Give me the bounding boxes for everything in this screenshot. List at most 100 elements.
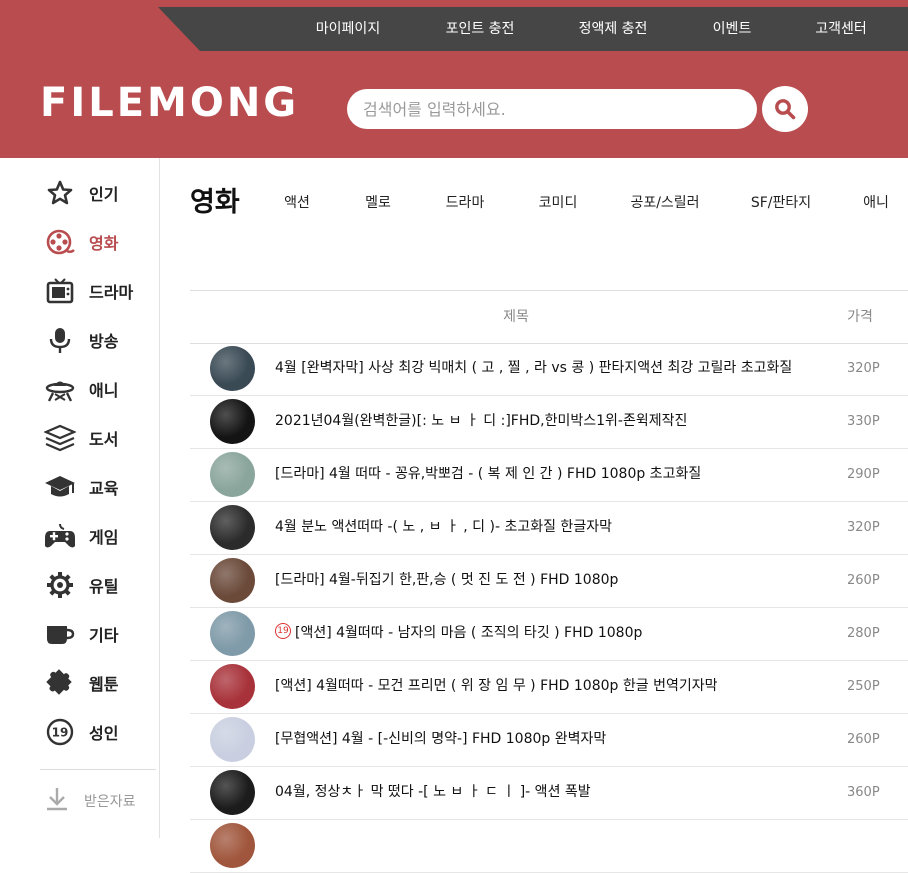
poster-thumbnail[interactable]: [210, 611, 255, 656]
poster-thumbnail[interactable]: [210, 505, 255, 550]
sidebar-item-label: 드라마: [89, 283, 134, 302]
table-row[interactable]: 4월 [완벽자막] 사상 최강 빅매치 ( 고 , 찔 , 라 vs 콩 ) 판…: [190, 342, 908, 396]
sidebar-item-drama[interactable]: 드라마: [44, 271, 154, 311]
tab-comedy[interactable]: 코미디: [539, 192, 578, 212]
adult-badge-icon: 19: [275, 623, 291, 639]
poster-thumbnail[interactable]: [210, 558, 255, 603]
sidebar-item-game[interactable]: 게임: [44, 516, 154, 556]
table-row[interactable]: 04월, 정상ㅊㅏ 막 떴다 -[ 노 ㅂ ㅏ ㄷ ㅣ ]- 액션 폭발 360P: [190, 766, 908, 820]
sidebar-item-books[interactable]: 도서: [44, 418, 154, 458]
sidebar-item-utility[interactable]: 유틸: [44, 565, 154, 605]
sidebar-item-label: 성인: [89, 724, 119, 743]
site-logo[interactable]: FILEMONG: [40, 80, 299, 126]
top-nav-point-charge[interactable]: 포인트 충전: [446, 7, 515, 51]
gamepad-icon: [44, 520, 76, 552]
row-title-text[interactable]: 04월, 정상ㅊㅏ 막 떴다 -[ 노 ㅂ ㅏ ㄷ ㅣ ]- 액션 폭발: [275, 784, 591, 800]
poster-thumbnail[interactable]: [210, 452, 255, 497]
svg-text:19: 19: [52, 726, 69, 740]
tab-horror-thriller[interactable]: 공포/스릴러: [630, 192, 699, 212]
tab-sf-fantasy[interactable]: SF/판타지: [751, 192, 811, 212]
row-title-text[interactable]: 2021년04월(완벽한글)[: 노 ㅂ ㅏ 디 :]FHD,한미박스1위-존윅…: [275, 413, 687, 429]
row-title[interactable]: [액션] 4월떠따 - 모건 프리먼 ( 위 장 임 무 ) FHD 1080p…: [275, 660, 717, 713]
sidebar-item-label: 교육: [89, 479, 119, 498]
row-price: 290P: [847, 467, 880, 482]
poster-thumbnail[interactable]: [210, 823, 255, 868]
row-title-text[interactable]: [액션] 4월떠따 - 남자의 마음 ( 조직의 타깃 ) FHD 1080p: [295, 625, 642, 641]
top-nav-subscription[interactable]: 정액제 충전: [579, 7, 648, 51]
row-title[interactable]: [무협액션] 4월 - [-신비의 명약-] FHD 1080p 완벽자막: [275, 713, 606, 766]
category-title: 영화: [190, 187, 240, 218]
table-row[interactable]: [190, 819, 908, 873]
table-row[interactable]: [드라마] 4월 떠따 - 꽁유,박뽀검 - ( 복 제 인 간 ) FHD 1…: [190, 448, 908, 502]
table-row[interactable]: 2021년04월(완벽한글)[: 노 ㅂ ㅏ 디 :]FHD,한미박스1위-존윅…: [190, 395, 908, 449]
site-header: 마이페이지 포인트 충전 정액제 충전 이벤트 고객센터 FILEMONG: [0, 0, 908, 158]
row-price: 360P: [847, 785, 880, 800]
poster-thumbnail[interactable]: [210, 346, 255, 391]
sidebar-item-etc[interactable]: 기타: [44, 614, 154, 654]
poster-thumbnail[interactable]: [210, 717, 255, 762]
sidebar-item-adult[interactable]: 19 성인: [44, 712, 154, 752]
table-row[interactable]: 4월 분노 액션떠따 -( 노 , ㅂ ㅏ , 디 )- 초고화질 한글자막 32…: [190, 501, 908, 555]
top-nav-mypage[interactable]: 마이페이지: [316, 7, 380, 51]
sidebar-item-movie[interactable]: 영화: [44, 222, 154, 262]
sidebar-downloads[interactable]: 받은자료: [44, 786, 136, 816]
sidebar-item-label: 게임: [89, 528, 119, 547]
column-title[interactable]: 제목: [503, 291, 529, 343]
row-title-text[interactable]: 4월 [완벽자막] 사상 최강 빅매치 ( 고 , 찔 , 라 vs 콩 ) 판…: [275, 360, 792, 376]
row-title-text[interactable]: [드라마] 4월 떠따 - 꽁유,박뽀검 - ( 복 제 인 간 ) FHD 1…: [275, 466, 701, 482]
poster-thumbnail[interactable]: [210, 399, 255, 444]
row-title-text[interactable]: [무협액션] 4월 - [-신비의 명약-] FHD 1080p 완벽자막: [275, 731, 606, 747]
tab-action[interactable]: 액션: [284, 192, 310, 212]
poster-thumbnail[interactable]: [210, 664, 255, 709]
row-title-text[interactable]: [액션] 4월떠따 - 모건 프리먼 ( 위 장 임 무 ) FHD 1080p…: [275, 678, 717, 694]
row-title[interactable]: 04월, 정상ㅊㅏ 막 떴다 -[ 노 ㅂ ㅏ ㄷ ㅣ ]- 액션 폭발: [275, 766, 591, 819]
ufo-icon: [44, 373, 76, 405]
poster-thumbnail[interactable]: [210, 770, 255, 815]
sidebar-item-label: 인기: [89, 185, 119, 204]
puzzle-icon: [44, 667, 76, 699]
graduation-cap-icon: [44, 471, 76, 503]
search-button[interactable]: [762, 86, 808, 132]
table-row[interactable]: [드라마] 4월-뒤집기 한,판,승 ( 멋 진 도 전 ) FHD 1080p…: [190, 554, 908, 608]
category-sidebar: 인기 영화 드라마 방송 애니 도서 교육 게임 유틸 기타 웹툰 19 성인 …: [0, 158, 160, 838]
top-nav-customer-center[interactable]: 고객센터: [815, 7, 867, 51]
row-price: 260P: [847, 573, 880, 588]
tab-drama[interactable]: 드라마: [446, 192, 485, 212]
tab-anime[interactable]: 애니: [863, 192, 889, 212]
row-title[interactable]: 2021년04월(완벽한글)[: 노 ㅂ ㅏ 디 :]FHD,한미박스1위-존윅…: [275, 395, 687, 448]
sidebar-item-label: 애니: [89, 381, 119, 400]
row-title[interactable]: [드라마] 4월-뒤집기 한,판,승 ( 멋 진 도 전 ) FHD 1080p: [275, 554, 618, 607]
row-title-text[interactable]: [드라마] 4월-뒤집기 한,판,승 ( 멋 진 도 전 ) FHD 1080p: [275, 572, 618, 588]
sidebar-item-label: 영화: [89, 234, 119, 253]
row-price: 250P: [847, 679, 880, 694]
books-icon: [44, 422, 76, 454]
table-row[interactable]: [액션] 4월떠따 - 모건 프리먼 ( 위 장 임 무 ) FHD 1080p…: [190, 660, 908, 714]
sidebar-item-anime[interactable]: 애니: [44, 369, 154, 409]
top-nav-event[interactable]: 이벤트: [713, 7, 752, 51]
table-row[interactable]: 19 [액션] 4월떠따 - 남자의 마음 ( 조직의 타깃 ) FHD 1080…: [190, 607, 908, 661]
download-icon: [44, 786, 70, 816]
row-price: 280P: [847, 626, 880, 641]
row-title-text[interactable]: 4월 분노 액션떠따 -( 노 , ㅂ ㅏ , 디 )- 초고화질 한글자막: [275, 519, 612, 535]
sidebar-item-webtoon[interactable]: 웹툰: [44, 663, 154, 703]
sidebar-item-popular[interactable]: 인기: [44, 173, 154, 213]
column-price[interactable]: 가격: [847, 291, 873, 343]
gear-icon: [44, 569, 76, 601]
row-title[interactable]: [드라마] 4월 떠따 - 꽁유,박뽀검 - ( 복 제 인 간 ) FHD 1…: [275, 448, 701, 501]
cup-icon: [44, 618, 76, 650]
sidebar-divider: [40, 769, 156, 770]
tab-romance[interactable]: 멜로: [365, 192, 391, 212]
row-price: 260P: [847, 732, 880, 747]
sidebar-downloads-label: 받은자료: [84, 794, 136, 810]
row-title[interactable]: 4월 [완벽자막] 사상 최강 빅매치 ( 고 , 찔 , 라 vs 콩 ) 판…: [275, 342, 792, 395]
sidebar-item-label: 방송: [89, 332, 119, 351]
sidebar-item-broadcast[interactable]: 방송: [44, 320, 154, 360]
search-input[interactable]: [347, 89, 757, 129]
row-title[interactable]: 19 [액션] 4월떠따 - 남자의 마음 ( 조직의 타깃 ) FHD 1080…: [275, 607, 642, 660]
sidebar-item-education[interactable]: 교육: [44, 467, 154, 507]
tv-icon: [44, 275, 76, 307]
row-title[interactable]: 4월 분노 액션떠따 -( 노 , ㅂ ㅏ , 디 )- 초고화질 한글자막: [275, 501, 612, 554]
table-row[interactable]: [무협액션] 4월 - [-신비의 명약-] FHD 1080p 완벽자막 260…: [190, 713, 908, 767]
sidebar-item-label: 도서: [89, 430, 119, 449]
row-price: 330P: [847, 414, 880, 429]
